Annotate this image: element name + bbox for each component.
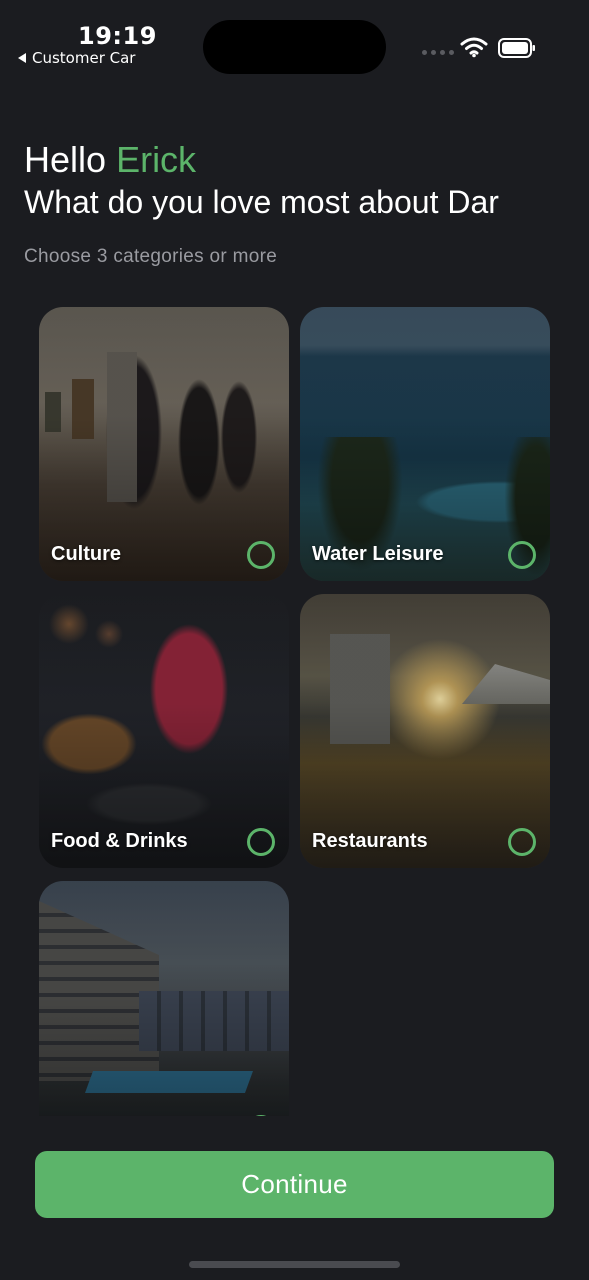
category-label: Restaurants — [312, 830, 428, 852]
category-card-restaurants[interactable]: Restaurants — [300, 594, 550, 868]
continue-button[interactable]: Continue — [35, 1151, 554, 1218]
category-label: Water Leisure — [312, 543, 444, 565]
home-indicator[interactable] — [189, 1261, 400, 1268]
back-arrow-icon — [18, 53, 26, 63]
select-circle-icon[interactable] — [247, 828, 275, 856]
status-bar: 19:19 Customer Car — [0, 0, 589, 80]
category-card-culture[interactable]: Culture — [39, 307, 289, 581]
select-circle-icon[interactable] — [508, 828, 536, 856]
wifi-icon — [460, 37, 488, 58]
greeting-user-name: Erick — [116, 139, 197, 180]
dynamic-island — [203, 20, 386, 74]
back-app-label: Customer Car — [32, 49, 136, 67]
category-card-water-leisure[interactable]: Water Leisure — [300, 307, 550, 581]
instruction-text: Choose 3 categories or more — [24, 246, 278, 267]
greeting-heading: Hello Erick — [24, 139, 196, 181]
category-grid[interactable]: Culture Water Leisure Food & Drinks Rest… — [0, 300, 589, 1116]
select-circle-icon[interactable] — [508, 541, 536, 569]
category-card-hotels[interactable] — [39, 881, 289, 1116]
back-to-app-link[interactable]: Customer Car — [18, 49, 135, 67]
select-circle-icon[interactable] — [247, 541, 275, 569]
status-time: 19:19 — [78, 22, 157, 50]
greeting-hello: Hello — [24, 139, 107, 180]
battery-icon — [498, 38, 535, 58]
category-label: Culture — [51, 543, 121, 565]
page-title: What do you love most about Dar — [24, 184, 499, 220]
cellular-signal-icon — [422, 50, 454, 55]
category-label: Food & Drinks — [51, 830, 188, 852]
category-card-food-drinks[interactable]: Food & Drinks — [39, 594, 289, 868]
